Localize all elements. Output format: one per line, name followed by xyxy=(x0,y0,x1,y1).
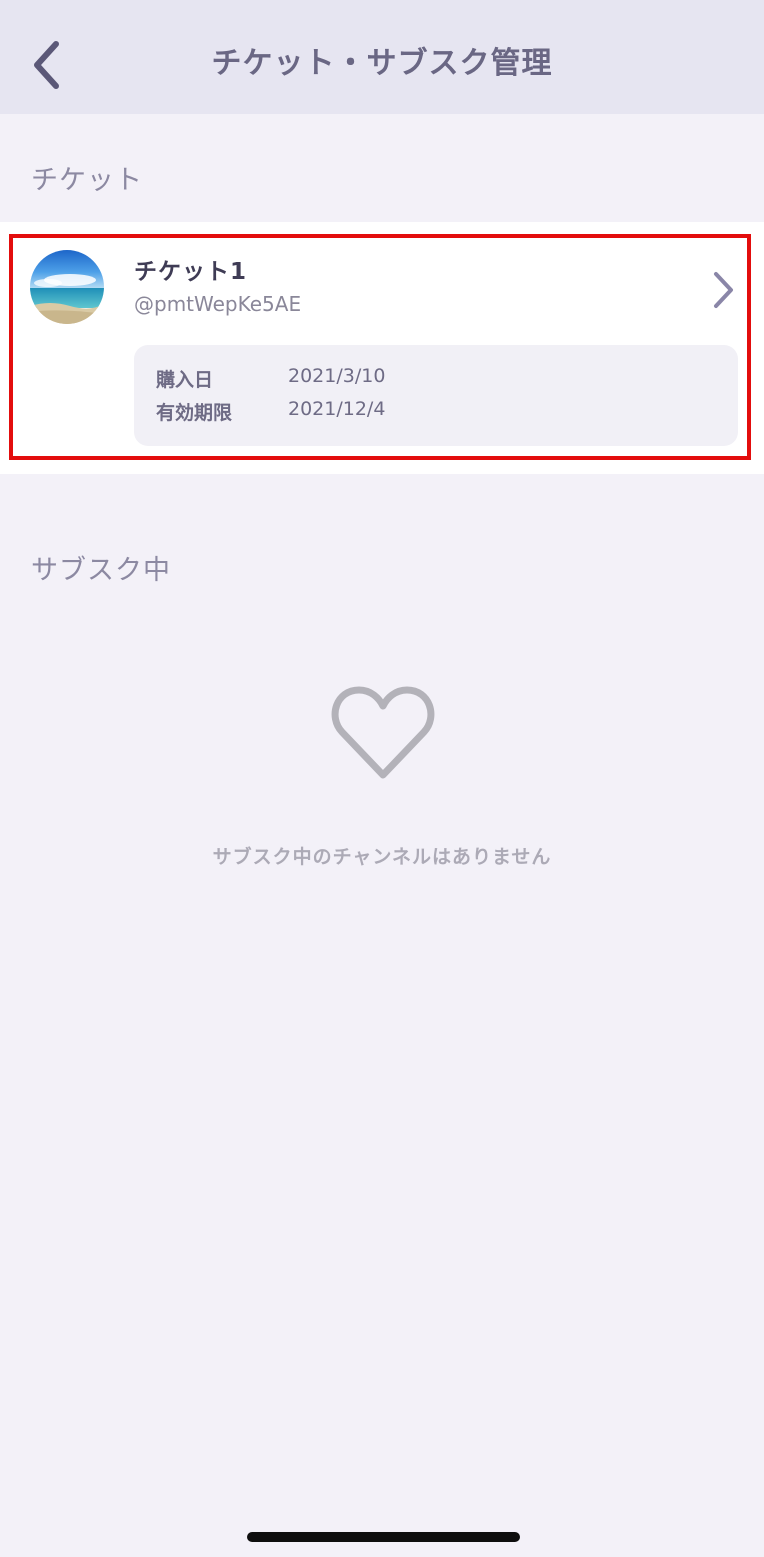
home-indicator[interactable] xyxy=(247,1532,520,1542)
ticket-name: チケット1 xyxy=(134,259,248,285)
tickets-section-label: チケット xyxy=(31,165,143,196)
subscriptions-section-label: サブスク中 xyxy=(31,555,171,586)
expiry-date-label: 有効期限 xyxy=(156,402,233,424)
heart-outline-icon xyxy=(331,686,435,779)
expiry-date-value: 2021/12/4 xyxy=(288,398,386,420)
nav-header: チケット・サブスク管理 xyxy=(0,0,764,114)
chevron-right-icon xyxy=(714,272,733,308)
ticket-handle: @pmtWepKe5AE xyxy=(134,292,302,316)
empty-subscriptions-message: サブスク中のチャンネルはありません xyxy=(212,846,552,868)
ticket-item[interactable]: チケット1 @pmtWepKe5AE 購入日 2021/3/10 有効期限 20… xyxy=(9,234,751,460)
avatar xyxy=(30,250,104,324)
purchase-date-label: 購入日 xyxy=(156,369,214,391)
ticket-details: 購入日 2021/3/10 有効期限 2021/12/4 xyxy=(134,345,738,446)
page-title: チケット・サブスク管理 xyxy=(211,46,553,81)
purchase-date-value: 2021/3/10 xyxy=(288,365,386,387)
